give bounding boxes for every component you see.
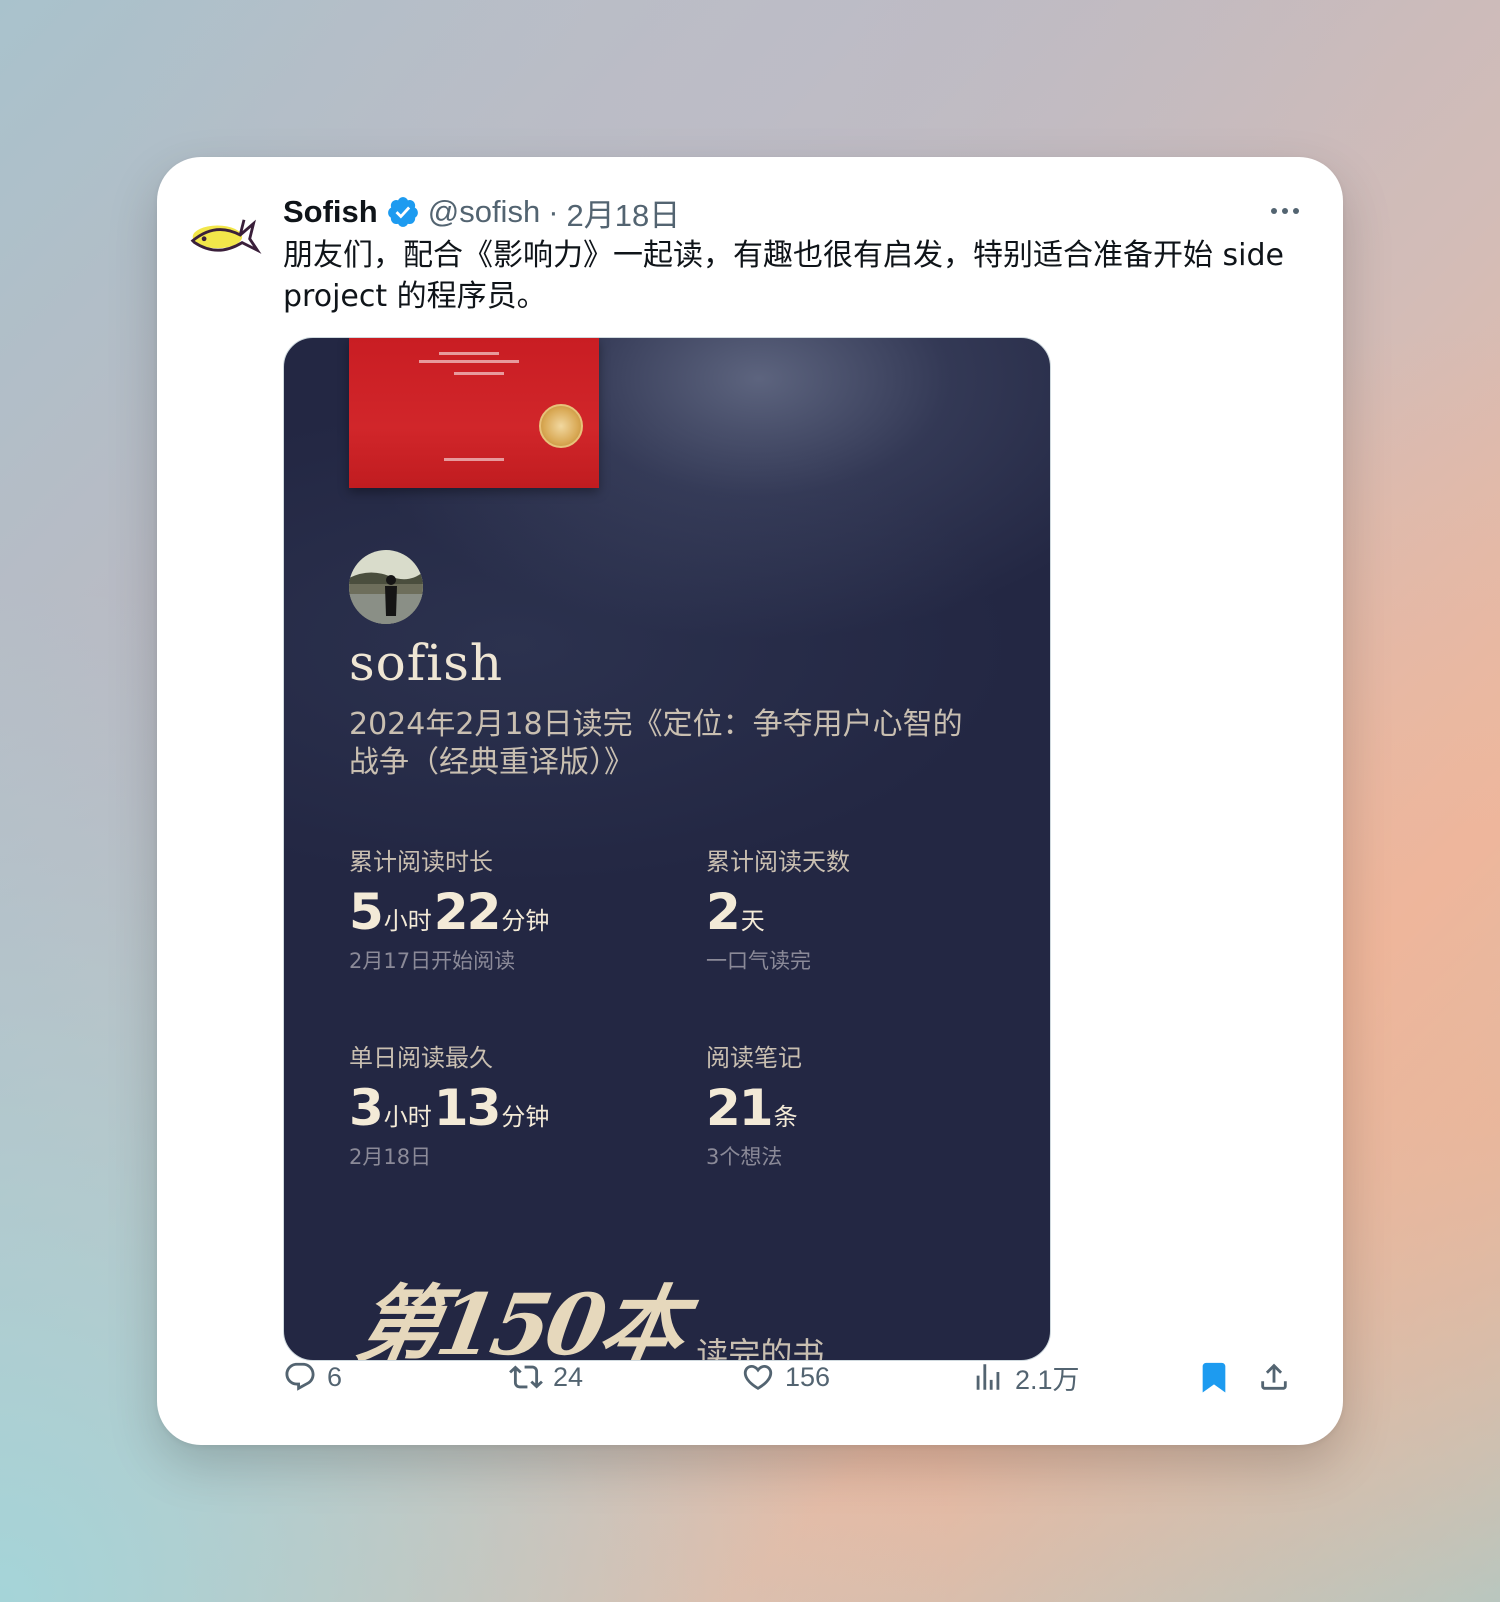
more-dots-icon bbox=[1271, 208, 1299, 214]
heart-icon bbox=[743, 1364, 773, 1390]
reader-avatar bbox=[349, 550, 423, 624]
stat-label: 累计阅读时长 bbox=[349, 848, 493, 876]
stat-subtext: 一口气读完 bbox=[706, 949, 811, 973]
tweet-card: Sofish @sofish · 2月18日 朋友们，配合《影响力》一起读，有趣… bbox=[157, 157, 1343, 1445]
rank-number: 第150本 bbox=[349, 1275, 691, 1361]
stat-value: 5 小时 22 分钟 bbox=[349, 883, 551, 941]
views-button[interactable]: 2.1万 bbox=[971, 1355, 1080, 1399]
tweet-action-bar: 6 24 156 2.1万 bbox=[283, 1355, 1313, 1405]
tweet-date[interactable]: 2月18日 bbox=[567, 190, 681, 235]
tweet-media-image[interactable]: sofish 2024年2月18日读完《定位：争夺用户心智的战争（经典重译版）》… bbox=[283, 337, 1051, 1361]
stat-number: 22 bbox=[433, 883, 502, 941]
stat-longest-day: 单日阅读最久 3 小时 13 分钟 2月18日 bbox=[349, 1038, 551, 1171]
views-chart-icon bbox=[976, 1364, 1000, 1390]
retweet-icon bbox=[509, 1365, 543, 1389]
reply-count: 6 bbox=[327, 1361, 343, 1392]
retweet-count: 24 bbox=[553, 1361, 584, 1392]
bookmark-button[interactable] bbox=[1197, 1355, 1241, 1399]
author-handle[interactable]: @sofish bbox=[428, 194, 540, 230]
stat-number: 3 bbox=[349, 1079, 384, 1137]
stat-unit: 小时 bbox=[383, 1103, 432, 1131]
stat-unit: 条 bbox=[773, 1103, 798, 1131]
reader-avatar-photo bbox=[349, 550, 423, 624]
verified-badge-icon bbox=[387, 197, 418, 227]
stat-total-days: 累计阅读天数 2 天 一口气读完 bbox=[706, 842, 850, 975]
book-rank: 第150本 读完的书 bbox=[349, 1258, 824, 1360]
reply-button[interactable]: 6 bbox=[283, 1355, 342, 1399]
stat-number: 5 bbox=[349, 883, 384, 941]
cover-text-line bbox=[439, 352, 499, 355]
stat-label: 阅读笔记 bbox=[706, 1044, 802, 1072]
stat-number: 21 bbox=[706, 1079, 774, 1137]
stat-subtext: 3个想法 bbox=[706, 1145, 783, 1169]
stat-unit: 天 bbox=[740, 907, 765, 935]
stat-unit: 小时 bbox=[383, 907, 432, 935]
stat-total-time: 累计阅读时长 5 小时 22 分钟 2月17日开始阅读 bbox=[349, 842, 551, 975]
stat-value: 3 小时 13 分钟 bbox=[349, 1079, 551, 1137]
like-button[interactable]: 156 bbox=[741, 1355, 830, 1399]
stat-unit: 分钟 bbox=[501, 1103, 550, 1131]
share-button[interactable] bbox=[1257, 1355, 1301, 1399]
share-icon bbox=[1261, 1363, 1287, 1390]
more-options-button[interactable] bbox=[1263, 193, 1307, 229]
cover-text-line bbox=[454, 372, 504, 375]
fish-logo-icon bbox=[190, 219, 262, 254]
stat-notes: 阅读笔记 21 条 3个想法 bbox=[706, 1038, 802, 1171]
author-name[interactable]: Sofish bbox=[283, 194, 378, 230]
tweet-header: Sofish @sofish · 2月18日 bbox=[283, 187, 1303, 237]
book-seal-icon bbox=[539, 404, 583, 448]
stat-label: 单日阅读最久 bbox=[349, 1044, 493, 1072]
stat-value: 2 天 bbox=[706, 883, 850, 941]
author-avatar[interactable] bbox=[187, 197, 263, 273]
stat-subtext: 2月17日开始阅读 bbox=[349, 949, 516, 973]
bookmark-filled-icon bbox=[1202, 1362, 1226, 1393]
stat-unit: 分钟 bbox=[501, 907, 550, 935]
book-cover bbox=[349, 338, 599, 488]
tweet-text: 朋友们，配合《影响力》一起读，有趣也很有启发，特别适合准备开始 side pro… bbox=[283, 238, 1284, 314]
like-count: 156 bbox=[785, 1361, 831, 1392]
stat-value: 21 条 bbox=[706, 1079, 802, 1137]
finished-reading-line: 2024年2月18日读完《定位：争夺用户心智的战争（经典重译版）》 bbox=[349, 707, 963, 780]
stat-number: 13 bbox=[433, 1079, 502, 1137]
stat-label: 累计阅读天数 bbox=[706, 848, 850, 876]
view-count: 2.1万 bbox=[1015, 1364, 1080, 1395]
stat-subtext: 2月18日 bbox=[349, 1145, 432, 1169]
retweet-button[interactable]: 24 bbox=[509, 1355, 583, 1399]
cover-text-line bbox=[419, 360, 519, 363]
stat-number: 2 bbox=[706, 883, 741, 941]
separator-dot: · bbox=[548, 194, 559, 229]
cover-text-line bbox=[444, 458, 504, 461]
reader-name: sofish bbox=[349, 634, 504, 692]
reply-icon bbox=[285, 1362, 315, 1391]
